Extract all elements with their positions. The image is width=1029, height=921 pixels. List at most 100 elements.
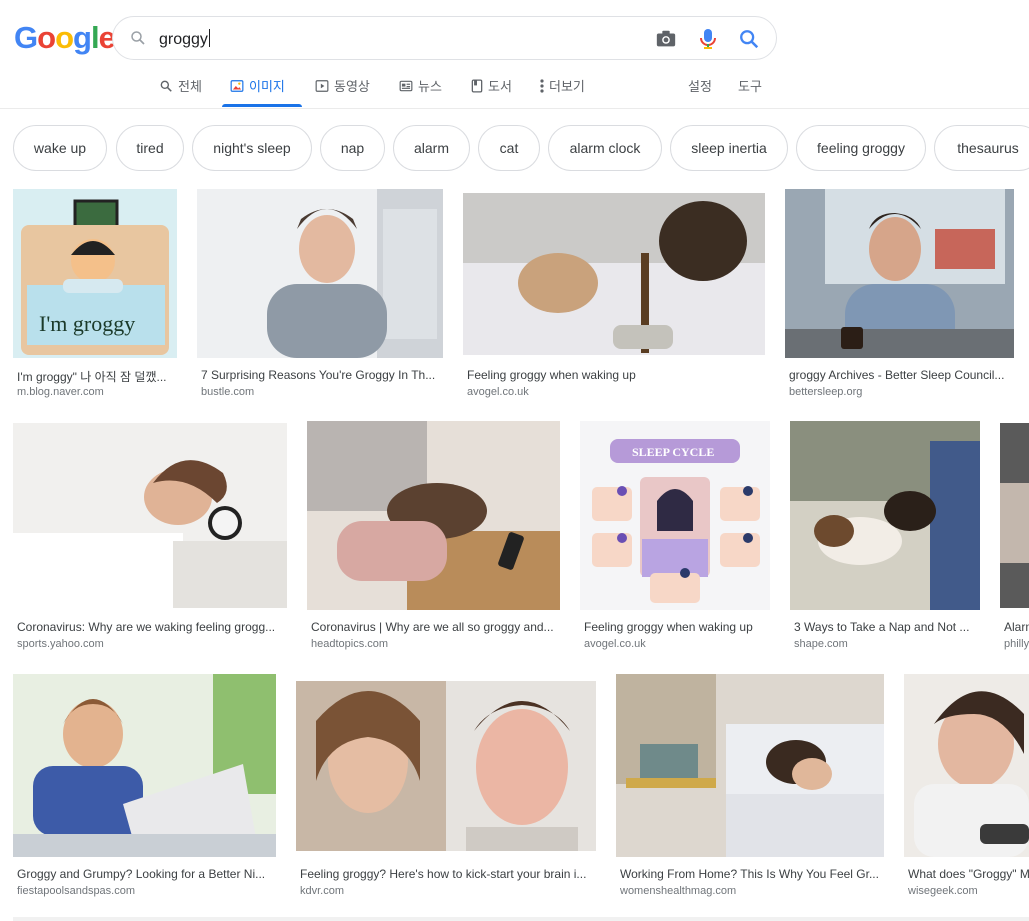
- tab-label: 더보기: [549, 79, 585, 94]
- chip[interactable]: sleep inertia: [670, 125, 788, 171]
- search-box[interactable]: groggy: [112, 16, 777, 60]
- chip-label: sleep inertia: [691, 140, 767, 156]
- chip[interactable]: night's sleep: [192, 125, 312, 171]
- result-title: Feeling groggy when waking up: [584, 620, 753, 634]
- result-title: I'm groggy" 나 아직 잠 덜깼...: [17, 370, 167, 384]
- result-title: Feeling groggy? Here's how to kick-start…: [300, 867, 587, 881]
- result-thumbnail: [904, 674, 1029, 857]
- result-thumbnail: [785, 189, 1014, 358]
- tab-label: 전체: [178, 79, 202, 94]
- chip[interactable]: thesaurus: [934, 125, 1029, 171]
- result-source: bustle.com: [201, 386, 255, 398]
- result-thumbnail: [1000, 423, 1029, 608]
- thumb-caption-text: SLEEP CYCLE: [632, 445, 715, 459]
- chip-label: night's sleep: [213, 140, 291, 156]
- book-icon: [471, 79, 483, 92]
- result-thumbnail: SLEEP CYCLE: [580, 421, 770, 610]
- active-tab-indicator: [222, 104, 302, 107]
- tab-all[interactable]: 전체: [159, 76, 202, 95]
- camera-icon[interactable]: [655, 28, 677, 55]
- result-title: 7 Surprising Reasons You're Groggy In Th…: [201, 368, 436, 382]
- result-title: Coronavirus: Why are we waking feeling g…: [17, 620, 276, 634]
- result-source: wisegeek.com: [908, 885, 978, 897]
- chip[interactable]: cat: [478, 125, 540, 171]
- tab-more[interactable]: 더보기: [540, 76, 585, 95]
- result-title: Feeling groggy when waking up: [467, 368, 636, 382]
- result-source: kdvr.com: [300, 885, 345, 897]
- search-submit-icon[interactable]: [738, 28, 760, 55]
- google-logo[interactable]: Google: [14, 20, 116, 56]
- next-row-edge: [13, 917, 1029, 921]
- search-icon: [129, 29, 147, 52]
- logo-letter: l: [90, 20, 100, 55]
- tab-label: 이미지: [249, 79, 285, 94]
- tab-news[interactable]: 뉴스: [399, 76, 442, 95]
- chip-label: cat: [499, 140, 519, 156]
- result-title: Working From Home? This Is Why You Feel …: [620, 867, 879, 881]
- tab-books[interactable]: 도서: [471, 76, 512, 95]
- result-thumbnail: [13, 674, 276, 857]
- search-icon: [160, 80, 172, 92]
- result-thumbnail: [296, 681, 596, 851]
- chip-label: alarm: [413, 140, 449, 156]
- result-title: Alarm: [1004, 620, 1029, 634]
- logo-letter: g: [73, 20, 92, 55]
- result-source: bettersleep.org: [789, 386, 863, 398]
- chip[interactable]: alarm clock: [548, 125, 662, 171]
- chip[interactable]: tired: [116, 125, 184, 171]
- result-thumbnail: [197, 189, 443, 358]
- result-thumbnail: [790, 421, 980, 610]
- chip[interactable]: feeling groggy: [796, 125, 926, 171]
- chip-label: tired: [136, 140, 164, 156]
- chip-label: wake up: [33, 140, 87, 156]
- tab-images[interactable]: 이미지: [230, 76, 285, 95]
- microphone-icon[interactable]: [698, 27, 718, 56]
- result-thumbnail: [13, 423, 287, 608]
- result-title: 3 Ways to Take a Nap and Not ...: [794, 620, 970, 634]
- news-icon: [399, 80, 413, 91]
- image-icon: [230, 79, 244, 92]
- chip[interactable]: wake up: [13, 125, 107, 171]
- result-thumbnail: [463, 193, 765, 355]
- chip-label: thesaurus: [957, 140, 1019, 156]
- more-vert-icon: [540, 78, 544, 93]
- tab-label: 도구: [738, 79, 762, 94]
- result-source: sports.yahoo.com: [17, 638, 104, 650]
- tab-label: 뉴스: [418, 79, 442, 94]
- logo-letter: o: [37, 20, 56, 55]
- search-tabs: 전체 이미지 동영상 뉴스 도서 더보기 설정 도구: [0, 64, 1029, 109]
- result-thumbnail: I'm groggy: [13, 189, 177, 358]
- tab-label: 설정: [688, 79, 712, 94]
- chip-label: feeling groggy: [817, 140, 905, 156]
- thumb-caption-text: I'm groggy: [39, 311, 136, 336]
- result-source: fiestapoolsandspas.com: [17, 885, 136, 897]
- result-title: Coronavirus | Why are we all so groggy a…: [311, 620, 554, 634]
- result-source: m.blog.naver.com: [17, 386, 104, 398]
- chip-label: nap: [340, 140, 365, 156]
- search-query-text: groggy: [159, 31, 208, 48]
- chip-label: alarm clock: [569, 140, 641, 156]
- result-source: avogel.co.uk: [467, 386, 529, 398]
- result-source: philly: [1004, 638, 1029, 650]
- tab-settings[interactable]: 설정: [688, 76, 712, 95]
- tab-label: 동영상: [334, 79, 370, 94]
- text-caret: [208, 29, 210, 47]
- chip[interactable]: nap: [320, 125, 385, 171]
- tab-tools[interactable]: 도구: [738, 76, 762, 95]
- chip[interactable]: alarm: [393, 125, 470, 171]
- logo-letter: G: [14, 20, 38, 55]
- result-thumbnail: [307, 421, 560, 610]
- result-source: womenshealthmag.com: [620, 885, 737, 897]
- result-thumbnail: [616, 674, 884, 857]
- result-source: shape.com: [794, 638, 848, 650]
- logo-letter: o: [55, 20, 74, 55]
- search-input[interactable]: groggy: [159, 29, 210, 49]
- result-source: headtopics.com: [311, 638, 389, 650]
- result-title: Groggy and Grumpy? Looking for a Better …: [17, 867, 266, 881]
- result-source: avogel.co.uk: [584, 638, 646, 650]
- tab-videos[interactable]: 동영상: [315, 76, 370, 95]
- tab-label: 도서: [488, 79, 512, 94]
- video-icon: [315, 79, 329, 92]
- result-title: What does "Groggy" M: [908, 867, 1029, 881]
- result-title: groggy Archives - Better Sleep Council..…: [789, 368, 1005, 382]
